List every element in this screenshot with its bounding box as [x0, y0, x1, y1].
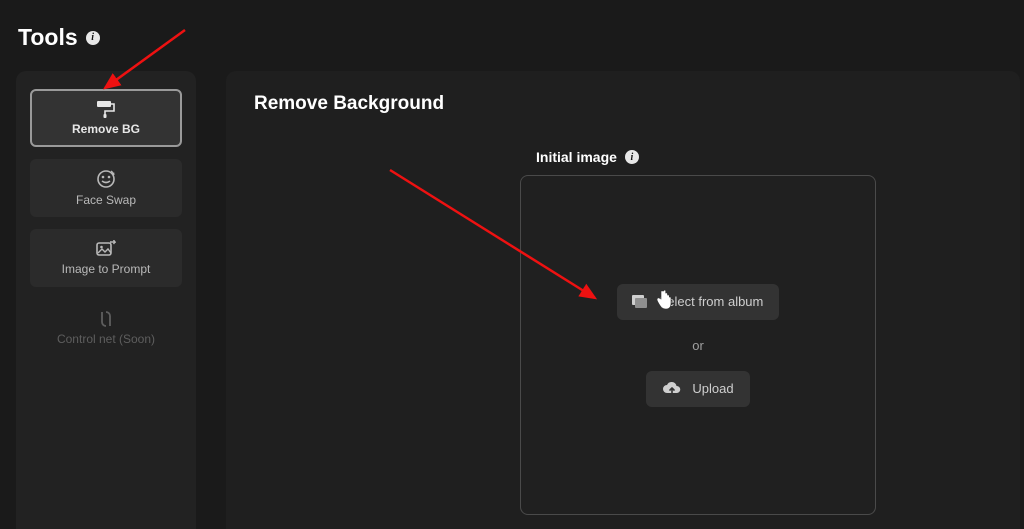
initial-image-label: Initial image [536, 149, 617, 165]
control-net-icon [96, 310, 116, 328]
sidebar-item-label: Image to Prompt [62, 262, 151, 276]
section-label-row: Initial image i [536, 149, 992, 165]
image-dropzone[interactable]: Select from album or [520, 175, 876, 515]
sidebar-item-remove-bg[interactable]: Remove BG [30, 89, 182, 147]
main-panel: Remove Background Initial image i Select… [226, 71, 1020, 529]
button-label: Upload [692, 381, 733, 396]
header: Tools i [0, 0, 1024, 71]
upload-button[interactable]: Upload [646, 371, 749, 407]
face-swap-icon [96, 169, 116, 189]
info-icon[interactable]: i [86, 31, 100, 45]
sidebar-item-label: Face Swap [76, 193, 136, 207]
or-text: or [692, 338, 704, 353]
paint-roller-icon [95, 100, 117, 118]
sidebar-item-image-to-prompt[interactable]: Image to Prompt [30, 229, 182, 287]
sidebar-item-control-net: Control net (Soon) [30, 299, 182, 357]
upload-cloud-icon [662, 381, 682, 397]
tools-sidebar: Remove BG Face Swap [16, 71, 196, 529]
sidebar-item-face-swap[interactable]: Face Swap [30, 159, 182, 217]
image-to-prompt-icon [96, 240, 116, 258]
select-from-album-button[interactable]: Select from album [617, 284, 780, 320]
page-title: Tools [18, 24, 78, 51]
info-icon[interactable]: i [625, 150, 639, 164]
main-title: Remove Background [254, 93, 992, 115]
button-label: Select from album [659, 294, 764, 309]
sidebar-item-label: Control net (Soon) [57, 332, 155, 346]
sidebar-item-label: Remove BG [72, 122, 140, 136]
album-icon [631, 294, 649, 310]
